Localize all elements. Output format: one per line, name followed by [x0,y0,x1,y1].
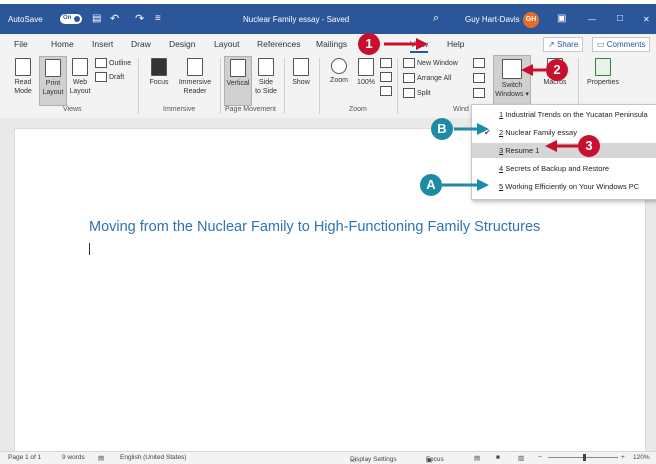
zoom-level[interactable]: 120% [633,454,650,461]
display-settings-label: Display Settings [350,456,397,463]
print-layout-view-icon[interactable]: ■ [496,454,500,461]
callout-step-1: 1 [358,33,380,55]
callout-step-2: 2 [546,59,568,81]
callout-1-arrow [384,38,428,50]
language-indicator[interactable]: English (United States) [120,454,186,461]
callout-b: B [431,118,453,140]
callout-a: A [420,174,442,196]
focus-mode-label: Focus [426,456,444,463]
callout-2-arrow [521,64,546,76]
zoom-in-icon[interactable]: + [621,454,625,461]
status-bar: Page 1 of 1 9 words ▤ English (United St… [0,451,656,464]
callout-a-arrow [442,179,489,191]
zoom-out-icon[interactable]: − [538,454,542,461]
page-count[interactable]: Page 1 of 1 [8,454,41,461]
word-count[interactable]: 9 words [62,454,85,461]
zoom-slider-thumb[interactable] [583,454,586,461]
callout-step-3: 3 [578,135,600,157]
callout-b-arrow [454,123,489,135]
web-layout-view-icon[interactable]: ▥ [518,454,524,462]
read-mode-view-icon[interactable]: ▤ [474,454,480,462]
callout-3-arrow [545,140,578,152]
proofing-icon[interactable]: ▤ [98,454,104,462]
